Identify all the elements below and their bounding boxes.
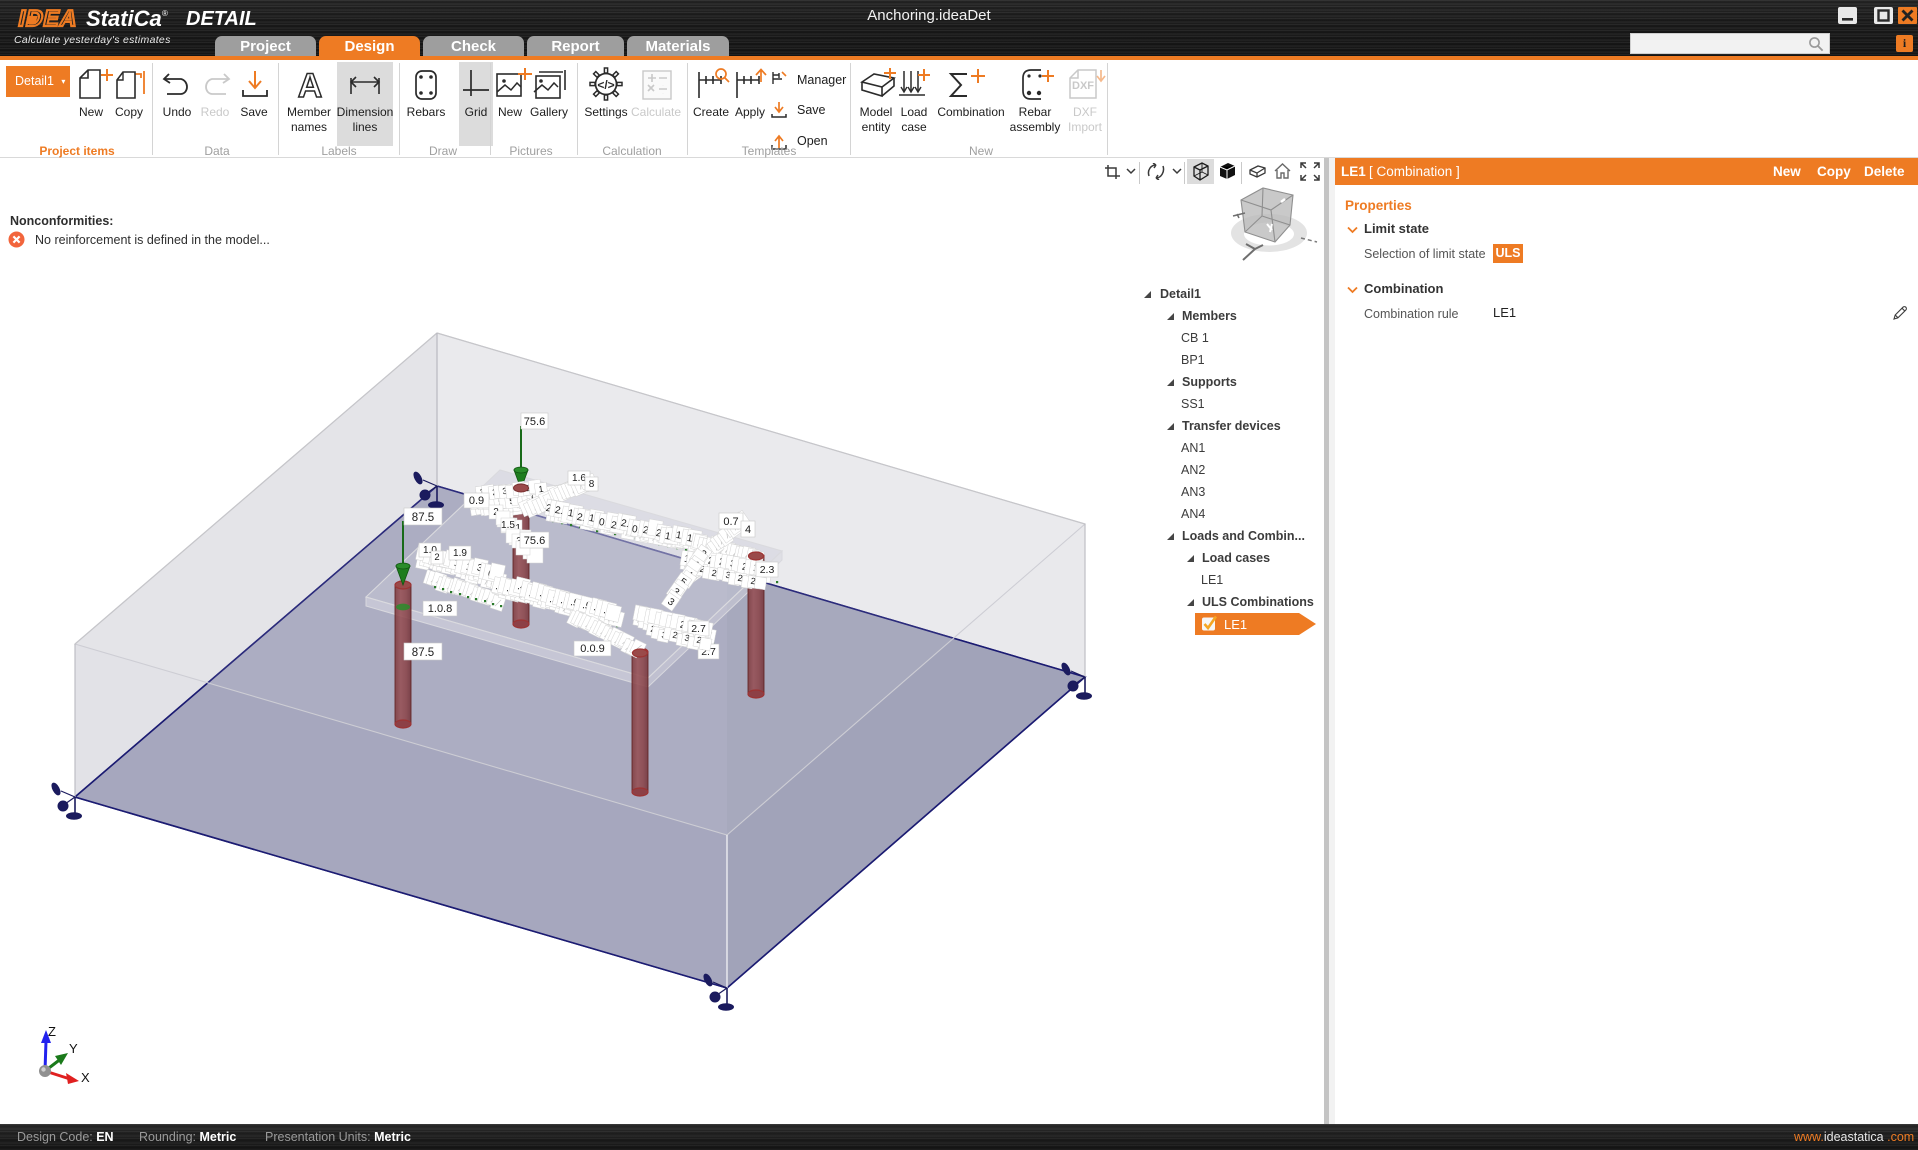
svg-text:1.0.8: 1.0.8 (428, 603, 452, 615)
svg-text:1.6: 1.6 (572, 473, 586, 484)
svg-text:2.7: 2.7 (691, 623, 706, 635)
svg-text:1.9: 1.9 (453, 548, 467, 559)
svg-text:StatiCa: StatiCa (86, 6, 162, 31)
svg-text:Z: Z (48, 1024, 56, 1039)
svg-text:87.5: 87.5 (412, 512, 434, 524)
svg-text:75.6: 75.6 (524, 416, 545, 428)
svg-text:0.0.9: 0.0.9 (580, 643, 604, 655)
svg-text:DETAIL: DETAIL (186, 8, 257, 30)
svg-text:IDEA: IDEA (16, 5, 80, 31)
svg-text:LE1: LE1 (1224, 617, 1247, 632)
svg-text:87.5: 87.5 (412, 647, 434, 659)
svg-text:DXF: DXF (1072, 80, 1094, 92)
svg-text:</>: </> (597, 78, 614, 92)
svg-text:75.6: 75.6 (524, 535, 545, 547)
svg-text:Y: Y (69, 1041, 78, 1056)
svg-text:A: A (298, 67, 323, 102)
svg-text:0.7: 0.7 (723, 516, 738, 528)
svg-text:®: ® (162, 9, 168, 18)
svg-text:2.3: 2.3 (760, 564, 775, 576)
svg-text:8: 8 (589, 479, 595, 490)
svg-text:2: 2 (434, 552, 439, 563)
svg-text:X: X (81, 1070, 90, 1085)
svg-text:0.9: 0.9 (469, 495, 484, 507)
svg-text:4: 4 (745, 524, 751, 536)
